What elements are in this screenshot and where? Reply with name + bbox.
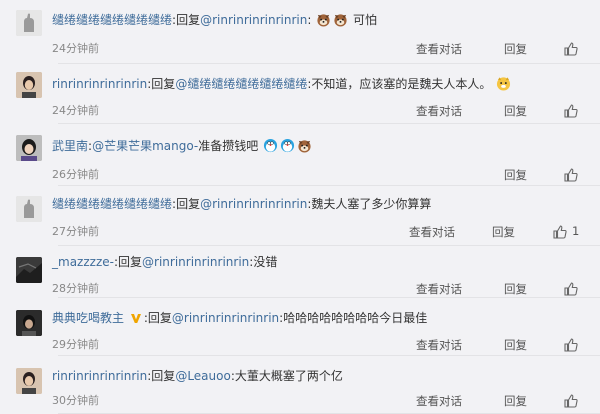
mention-link[interactable]: @芒果芒果mango- xyxy=(92,139,198,153)
comment-body: 不知道，应该塞的是魏夫人本人。 xyxy=(311,77,492,91)
mention-link[interactable]: @rinrinrinrinrinrin xyxy=(142,255,249,269)
avatar[interactable] xyxy=(16,135,42,161)
reply-link[interactable]: 回复 xyxy=(504,167,527,183)
mention-link[interactable]: @rinrinrinrinrinrin xyxy=(172,311,279,325)
timestamp: 28分钟前 xyxy=(52,282,99,295)
avatar[interactable] xyxy=(16,10,42,36)
comment-body: 可怕 xyxy=(353,13,378,27)
mention-link[interactable]: @rinrinrinrinrinrin xyxy=(200,13,307,27)
timestamp: 24分钟前 xyxy=(52,42,99,55)
reply-prefix: 回复 xyxy=(176,197,201,211)
like-icon[interactable] xyxy=(563,337,579,353)
comment-body: 准备攒钱吧 xyxy=(198,139,259,153)
reply-prefix: 回复 xyxy=(151,77,176,91)
username-link[interactable]: rinrinrinrinrinrin xyxy=(52,77,147,91)
vip-v-icon xyxy=(130,314,141,323)
view-conversation-link[interactable]: 查看对话 xyxy=(416,393,462,409)
like-icon[interactable] xyxy=(563,41,579,57)
avatar[interactable] xyxy=(16,196,42,222)
username-link[interactable]: 缱绻缱绻缱绻缱绻缱绻 xyxy=(52,197,172,211)
reply-link[interactable]: 回复 xyxy=(504,393,527,409)
timestamp: 26分钟前 xyxy=(52,168,99,181)
comment-text: rinrinrinrinrinrin:回复@Leauoo:大董大概塞了两个亿 xyxy=(52,368,343,384)
reply-link[interactable]: 回复 xyxy=(504,41,527,57)
reply-link[interactable]: 回复 xyxy=(504,103,527,119)
like-icon[interactable] xyxy=(563,103,579,119)
mention-link[interactable]: @rinrinrinrinrinrin xyxy=(200,197,307,211)
comment-body: 没错 xyxy=(253,255,278,269)
reply-link[interactable]: 回复 xyxy=(492,224,515,240)
avatar[interactable] xyxy=(16,257,42,283)
comment-text: 典典吃喝教主 :回复@rinrinrinrinrinrin:哈哈哈哈哈哈哈哈今日… xyxy=(52,310,427,326)
comment-text: _mazzzze-:回复@rinrinrinrinrinrin:没错 xyxy=(52,254,277,270)
avatar[interactable] xyxy=(16,72,42,98)
view-conversation-link[interactable]: 查看对话 xyxy=(416,103,462,119)
username-link[interactable]: 典典吃喝教主 xyxy=(52,311,124,325)
username-link[interactable]: 缱绻缱绻缱绻缱绻缱绻 xyxy=(52,13,172,27)
comment-text: 武里南:@芒果芒果mango-准备攒钱吧 xyxy=(52,138,313,154)
comment-item: 武里南:@芒果芒果mango-准备攒钱吧 26分钟前 回复 xyxy=(0,124,600,186)
doraemon-icon xyxy=(264,138,278,153)
timestamp: 30分钟前 xyxy=(52,394,99,407)
username-link[interactable]: rinrinrinrinrinrin xyxy=(52,369,147,383)
like-icon[interactable] xyxy=(552,224,568,240)
comment-item: 缱绻缱绻缱绻缱绻缱绻:回复@rinrinrinrinrinrin:魏夫人塞了多少… xyxy=(0,186,600,246)
comment-item: _mazzzze-:回复@rinrinrinrinrinrin:没错 28分钟前… xyxy=(0,246,600,298)
username-link[interactable]: 武里南 xyxy=(52,139,88,153)
reply-prefix: 回复 xyxy=(176,13,201,27)
dog-icon xyxy=(497,77,511,91)
dog-icon xyxy=(298,140,311,153)
reply-prefix: 回复 xyxy=(151,369,176,383)
username-link[interactable]: _mazzzze- xyxy=(52,255,114,269)
mention-link[interactable]: @Leauoo xyxy=(175,369,231,383)
comment-body: 哈哈哈哈哈哈哈哈今日最佳 xyxy=(283,311,428,325)
comment-body: 大董大概塞了两个亿 xyxy=(234,369,343,383)
like-count: 1 xyxy=(572,224,580,238)
avatar[interactable] xyxy=(16,368,42,394)
like-icon[interactable] xyxy=(563,393,579,409)
doraemon-icon xyxy=(281,138,295,153)
timestamp: 29分钟前 xyxy=(52,338,99,351)
dog-icon xyxy=(334,14,347,27)
mention-link[interactable]: @缱绻缱绻缱绻缱绻缱绻 xyxy=(175,77,307,91)
comment-item: rinrinrinrinrinrin:回复@缱绻缱绻缱绻缱绻缱绻:不知道，应该塞… xyxy=(0,64,600,124)
dog-icon xyxy=(317,14,330,27)
reply-prefix: 回复 xyxy=(147,311,172,325)
reply-link[interactable]: 回复 xyxy=(504,281,527,297)
timestamp: 24分钟前 xyxy=(52,104,99,117)
view-conversation-link[interactable]: 查看对话 xyxy=(416,281,462,297)
avatar[interactable] xyxy=(16,310,42,336)
separator: : xyxy=(307,13,312,27)
view-conversation-link[interactable]: 查看对话 xyxy=(416,337,462,353)
like-icon[interactable] xyxy=(563,167,579,183)
timestamp: 27分钟前 xyxy=(52,225,99,238)
comment-text: 缱绻缱绻缱绻缱绻缱绻:回复@rinrinrinrinrinrin: 可怕 xyxy=(52,12,377,28)
view-conversation-link[interactable]: 查看对话 xyxy=(416,41,462,57)
comment-body: 魏夫人塞了多少你算算 xyxy=(311,197,432,211)
like-icon[interactable] xyxy=(563,281,579,297)
comment-item: 缱绻缱绻缱绻缱绻缱绻:回复@rinrinrinrinrinrin: 可怕 24分… xyxy=(0,0,600,64)
reply-prefix: 回复 xyxy=(118,255,143,269)
comment-text: rinrinrinrinrinrin:回复@缱绻缱绻缱绻缱绻缱绻:不知道，应该塞… xyxy=(52,76,512,92)
comment-text: 缱绻缱绻缱绻缱绻缱绻:回复@rinrinrinrinrinrin:魏夫人塞了多少… xyxy=(52,196,431,212)
comment-item: rinrinrinrinrinrin:回复@Leauoo:大董大概塞了两个亿 3… xyxy=(0,356,600,414)
reply-link[interactable]: 回复 xyxy=(504,337,527,353)
view-conversation-link[interactable]: 查看对话 xyxy=(409,224,455,240)
comment-item: 典典吃喝教主 :回复@rinrinrinrinrinrin:哈哈哈哈哈哈哈哈今日… xyxy=(0,298,600,356)
